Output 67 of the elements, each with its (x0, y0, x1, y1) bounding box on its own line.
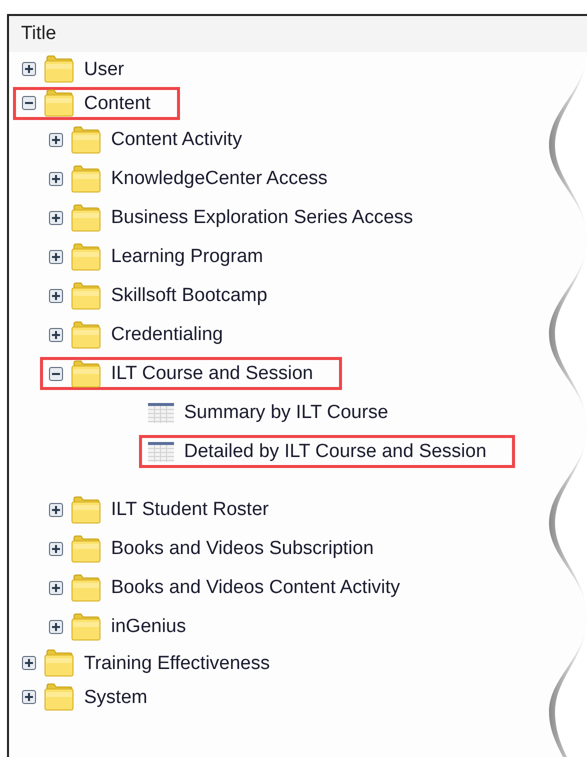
folder-icon (44, 55, 74, 83)
expand-icon[interactable] (49, 250, 63, 264)
folder-item[interactable]: Books and Videos Subscription (40, 532, 403, 565)
expand-icon[interactable] (22, 690, 36, 704)
folder-item[interactable]: Credentialing (40, 318, 252, 351)
expand-icon[interactable] (49, 580, 63, 594)
expand-icon[interactable] (22, 62, 36, 76)
folder-icon (71, 534, 101, 562)
expand-icon[interactable] (49, 210, 63, 224)
item-label: inGenius (111, 617, 186, 636)
expand-icon[interactable] (49, 288, 63, 302)
folder-icon (44, 649, 74, 677)
expand-icon[interactable] (49, 620, 63, 634)
column-header: Title (21, 22, 56, 46)
collapse-icon[interactable] (22, 96, 36, 110)
item-label: Skillsoft Bootcamp (111, 286, 268, 305)
folder-item[interactable]: Content Activity (40, 123, 271, 156)
report-item[interactable]: Summary by ILT Course (139, 396, 418, 429)
folder-item[interactable]: Business Exploration Series Access (40, 201, 442, 234)
item-label: System (84, 688, 148, 706)
folder-item[interactable]: ILT Course and Session (40, 357, 342, 390)
expand-icon[interactable] (49, 502, 63, 516)
folder-icon (71, 164, 101, 192)
folder-item[interactable]: Skillsoft Bootcamp (40, 279, 296, 312)
folder-icon (71, 574, 101, 602)
item-label: Credentialing (111, 325, 223, 344)
collapse-icon[interactable] (49, 366, 63, 380)
folder-icon (71, 242, 101, 270)
folder-item[interactable]: Content (13, 86, 180, 120)
item-label: Summary by ILT Course (184, 403, 388, 422)
table-icon (148, 442, 174, 462)
folder-item[interactable]: User (13, 52, 154, 86)
folder-item[interactable]: Books and Videos Content Activity (40, 571, 430, 604)
item-label: ILT Student Roster (111, 500, 269, 519)
item-label: Books and Videos Content Activity (111, 578, 400, 597)
folder-icon (71, 612, 101, 640)
item-label: Training Effectiveness (84, 654, 270, 672)
folder-item[interactable]: Learning Program (40, 240, 292, 273)
expand-icon[interactable] (49, 328, 63, 342)
folder-icon (71, 496, 101, 524)
folder-item[interactable]: ILT Student Roster (40, 493, 298, 526)
folder-item[interactable]: KnowledgeCenter Access (40, 162, 357, 195)
item-label: Detailed by ILT Course and Session (184, 442, 486, 461)
folder-icon (71, 126, 101, 154)
folder-item[interactable]: Training Effectiveness (13, 646, 299, 680)
item-label: Content Activity (111, 130, 242, 149)
item-label: Content (84, 94, 151, 112)
item-label: ILT Course and Session (111, 364, 314, 383)
item-label: User (84, 60, 124, 78)
report-item[interactable]: Detailed by ILT Course and Session (139, 435, 516, 468)
folder-item[interactable]: System (13, 680, 176, 714)
folder-icon (44, 683, 74, 711)
item-label: Learning Program (111, 247, 264, 266)
expand-icon[interactable] (49, 132, 63, 146)
folder-item[interactable]: inGenius (40, 610, 215, 643)
folder-icon (71, 282, 101, 310)
item-label: Books and Videos Subscription (111, 539, 374, 558)
folder-icon (71, 320, 101, 348)
table-icon (148, 402, 174, 422)
expand-icon[interactable] (22, 656, 36, 670)
folder-icon (71, 360, 101, 388)
expand-icon[interactable] (49, 172, 63, 186)
folder-icon (71, 204, 101, 232)
folder-icon (44, 89, 74, 117)
expand-icon[interactable] (49, 542, 63, 556)
item-label: KnowledgeCenter Access (111, 169, 328, 188)
item-label: Business Exploration Series Access (111, 208, 414, 227)
